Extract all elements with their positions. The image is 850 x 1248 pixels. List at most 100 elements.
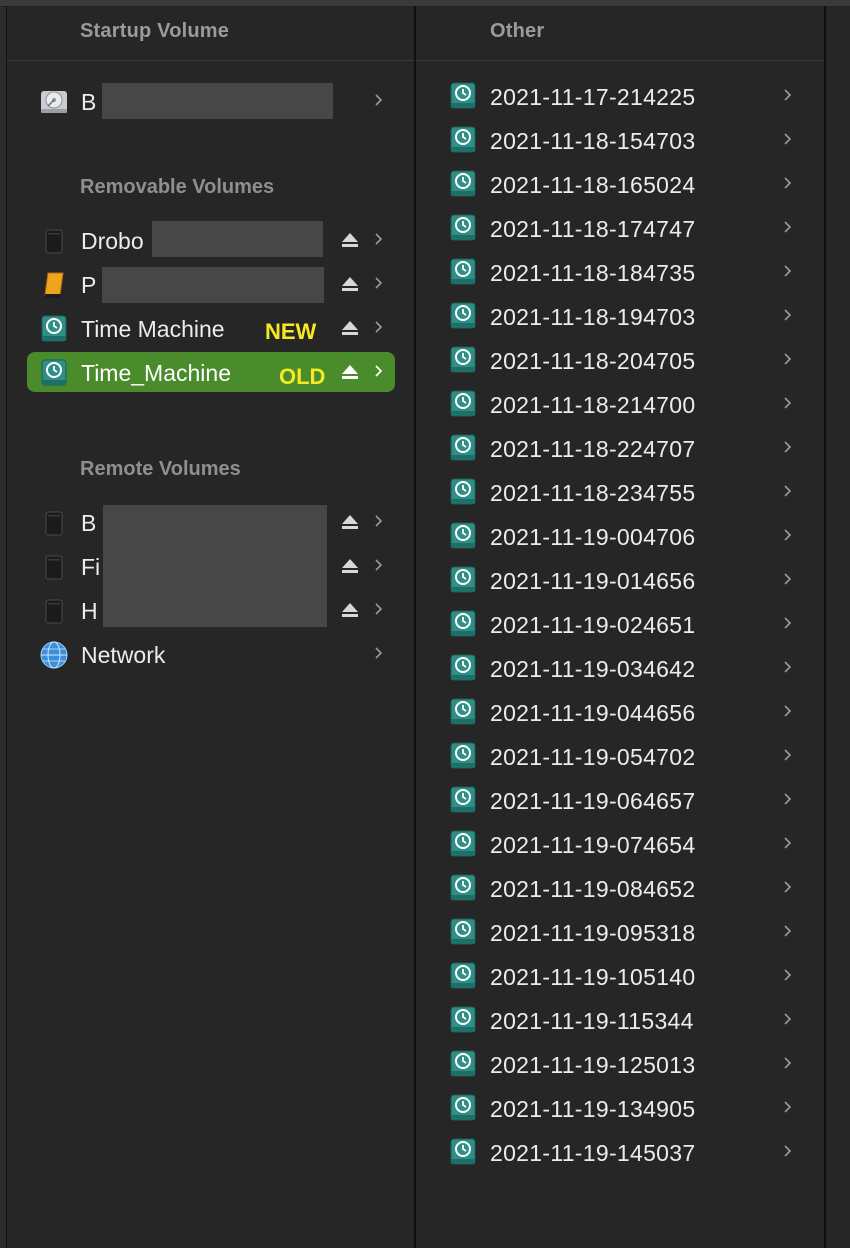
chevron-right-icon bbox=[375, 94, 383, 106]
time-machine-disk-icon bbox=[450, 478, 476, 505]
snapshot-row[interactable]: 2021-11-18-165024 bbox=[446, 164, 801, 204]
chevron-right-icon bbox=[784, 441, 792, 453]
chevron-right-icon bbox=[784, 309, 792, 321]
time-machine-disk-icon bbox=[450, 874, 476, 901]
snapshot-row[interactable]: 2021-11-18-224707 bbox=[446, 428, 801, 468]
snapshot-row[interactable]: 2021-11-19-134905 bbox=[446, 1088, 801, 1128]
snapshot-label: 2021-11-19-054702 bbox=[490, 744, 696, 770]
snapshot-label: 2021-11-19-105140 bbox=[490, 964, 696, 990]
eject-icon[interactable] bbox=[340, 512, 360, 532]
network-row[interactable]: Network bbox=[27, 634, 395, 674]
snapshot-row[interactable]: 2021-11-19-125013 bbox=[446, 1044, 801, 1084]
chevron-right-icon bbox=[784, 1145, 792, 1157]
time-machine-disk-icon bbox=[450, 1006, 476, 1033]
startup-volume-row[interactable]: B bbox=[27, 81, 395, 121]
snapshot-row[interactable]: 2021-11-18-154703 bbox=[446, 120, 801, 160]
time-machine-disk-icon bbox=[450, 522, 476, 549]
snapshot-label: 2021-11-19-014656 bbox=[490, 568, 696, 594]
snapshot-label: 2021-11-18-234755 bbox=[490, 480, 696, 506]
snapshot-row[interactable]: 2021-11-18-184735 bbox=[446, 252, 801, 292]
chevron-right-icon bbox=[784, 133, 792, 145]
snapshot-label: 2021-11-18-224707 bbox=[490, 436, 696, 462]
snapshot-row[interactable]: 2021-11-19-044656 bbox=[446, 692, 801, 732]
chevron-right-icon bbox=[784, 617, 792, 629]
snapshot-row[interactable]: 2021-11-19-095318 bbox=[446, 912, 801, 952]
volume-row-time-machine-old[interactable]: Time_Machine OLD bbox=[27, 352, 395, 392]
volumes-column: Startup Volume B Removable Volumes Drobo bbox=[6, 6, 415, 1248]
snapshot-row[interactable]: 2021-11-18-234755 bbox=[446, 472, 801, 512]
chevron-right-icon bbox=[784, 925, 792, 937]
snapshot-label: 2021-11-18-165024 bbox=[490, 172, 696, 198]
chevron-right-icon bbox=[784, 881, 792, 893]
snapshot-row[interactable]: 2021-11-18-214700 bbox=[446, 384, 801, 424]
eject-icon[interactable] bbox=[340, 600, 360, 620]
redacted-block bbox=[102, 83, 333, 119]
snapshot-label: 2021-11-19-115344 bbox=[490, 1008, 694, 1034]
time-machine-disk-icon bbox=[450, 698, 476, 725]
time-machine-disk-icon bbox=[450, 82, 476, 109]
chevron-right-icon bbox=[784, 397, 792, 409]
redacted-block bbox=[102, 267, 324, 303]
chevron-right-icon bbox=[375, 647, 383, 659]
chevron-right-icon bbox=[784, 969, 792, 981]
snapshot-row[interactable]: 2021-11-19-004706 bbox=[446, 516, 801, 556]
chevron-right-icon bbox=[375, 603, 383, 615]
snapshot-row[interactable]: 2021-11-19-064657 bbox=[446, 780, 801, 820]
snapshot-label: 2021-11-18-204705 bbox=[490, 348, 696, 374]
snapshot-row[interactable]: 2021-11-17-214225 bbox=[446, 76, 801, 116]
snapshot-label: 2021-11-19-084652 bbox=[490, 876, 696, 902]
snapshot-label: 2021-11-18-214700 bbox=[490, 392, 696, 418]
snapshot-label: 2021-11-19-024651 bbox=[490, 612, 696, 638]
eject-icon[interactable] bbox=[340, 318, 360, 338]
volume-label: P bbox=[81, 272, 97, 298]
next-column bbox=[826, 6, 850, 1248]
snapshot-label: 2021-11-18-184735 bbox=[490, 260, 696, 286]
eject-icon[interactable] bbox=[340, 362, 360, 382]
chevron-right-icon bbox=[375, 365, 383, 377]
chevron-right-icon bbox=[784, 1057, 792, 1069]
time-machine-disk-icon bbox=[450, 566, 476, 593]
time-machine-disk-icon bbox=[450, 258, 476, 285]
snapshot-row[interactable]: 2021-11-18-174747 bbox=[446, 208, 801, 248]
snapshot-label: 2021-11-19-125013 bbox=[490, 1052, 696, 1078]
section-header-removable: Removable Volumes bbox=[80, 176, 275, 198]
network-globe-icon bbox=[40, 641, 68, 669]
chevron-right-icon bbox=[375, 233, 383, 245]
snapshot-row[interactable]: 2021-11-19-054702 bbox=[446, 736, 801, 776]
old-tag: OLD bbox=[279, 364, 326, 389]
chevron-right-icon bbox=[375, 321, 383, 333]
snapshot-row[interactable]: 2021-11-19-034642 bbox=[446, 648, 801, 688]
header-separator bbox=[7, 60, 415, 61]
volume-row-drobo[interactable]: Drobo bbox=[27, 220, 395, 260]
volume-row-time-machine-new[interactable]: Time Machine NEW bbox=[27, 308, 395, 348]
eject-icon[interactable] bbox=[340, 274, 360, 294]
chevron-right-icon bbox=[784, 265, 792, 277]
volume-label: H bbox=[81, 598, 98, 624]
network-drive-icon bbox=[45, 555, 63, 580]
snapshot-label: 2021-11-19-064657 bbox=[490, 788, 696, 814]
snapshot-row[interactable]: 2021-11-19-145037 bbox=[446, 1132, 801, 1172]
eject-icon[interactable] bbox=[340, 556, 360, 576]
volume-row-p[interactable]: P bbox=[27, 264, 395, 304]
snapshot-row[interactable]: 2021-11-19-105140 bbox=[446, 956, 801, 996]
redacted-block bbox=[152, 221, 323, 257]
internal-disk-icon bbox=[41, 91, 67, 113]
snapshot-row[interactable]: 2021-11-19-084652 bbox=[446, 868, 801, 908]
snapshot-row[interactable]: 2021-11-19-115344 bbox=[446, 1000, 801, 1040]
usb-drive-icon bbox=[44, 272, 64, 298]
time-machine-disk-icon bbox=[450, 214, 476, 241]
snapshot-label: 2021-11-17-214225 bbox=[490, 84, 696, 110]
chevron-right-icon bbox=[784, 1013, 792, 1025]
snapshot-row[interactable]: 2021-11-19-014656 bbox=[446, 560, 801, 600]
new-tag: NEW bbox=[265, 319, 317, 344]
snapshot-row[interactable]: 2021-11-18-194703 bbox=[446, 296, 801, 336]
snapshot-row[interactable]: 2021-11-19-074654 bbox=[446, 824, 801, 864]
snapshot-row[interactable]: 2021-11-19-024651 bbox=[446, 604, 801, 644]
time-machine-disk-icon bbox=[450, 610, 476, 637]
chevron-right-icon bbox=[784, 485, 792, 497]
snapshot-label: 2021-11-19-095318 bbox=[490, 920, 696, 946]
eject-icon[interactable] bbox=[340, 230, 360, 250]
time-machine-disk-icon bbox=[450, 390, 476, 417]
volume-label: Fi bbox=[81, 554, 101, 580]
snapshot-row[interactable]: 2021-11-18-204705 bbox=[446, 340, 801, 380]
